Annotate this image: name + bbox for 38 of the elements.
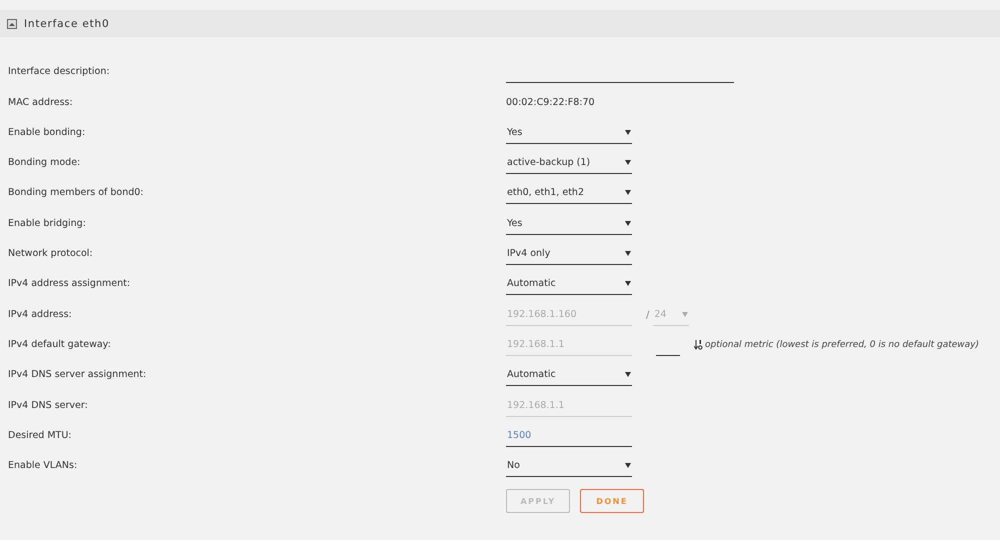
dropdown[interactable]: IPv4 only: [506, 243, 632, 266]
slash-separator: /: [646, 310, 650, 323]
field-label: Network protocol:: [7, 248, 94, 262]
input-field[interactable]: 1500: [506, 424, 632, 447]
dropdown[interactable]: Automatic: [506, 364, 632, 386]
caret-icon: [625, 280, 631, 286]
field-label: Enable VLANs:: [7, 460, 78, 474]
field-label: Interface description:: [7, 66, 111, 80]
field-label: IPv4 address:: [7, 308, 73, 322]
hint-text: optional metric (lowest is preferred, 0 is no default gateway): [705, 340, 979, 350]
caret-icon: [625, 371, 631, 378]
dropdown[interactable]: active-backup (1): [506, 152, 632, 174]
field-label: Enable bridging:: [7, 218, 87, 231]
field-label: MAC address:: [7, 96, 74, 110]
caret-icon: [625, 462, 631, 468]
mac-address-value: 00:02:C9:22:F8:70: [506, 96, 595, 110]
field-label: IPv4 DNS server:: [7, 400, 89, 413]
caret-icon: [682, 310, 688, 317]
dropdown[interactable]: Yes: [506, 122, 632, 144]
caret-icon: [625, 220, 631, 226]
sort-icon: [694, 340, 703, 350]
panel-title: Interface eth0: [24, 18, 110, 30]
field-label: Bonding members of bond0:: [7, 187, 145, 200]
collapse-icon[interactable]: [7, 19, 17, 29]
field-label: IPv4 address assignment:: [7, 278, 132, 292]
field-label: Bonding mode:: [7, 157, 82, 170]
caret-icon: [625, 189, 631, 196]
dropdown[interactable]: eth0, eth1, eth2: [506, 182, 632, 204]
field-label: IPv4 default gateway:: [7, 338, 112, 352]
caret-icon: [625, 128, 631, 135]
dropdown[interactable]: Yes: [506, 212, 632, 235]
dropdown[interactable]: Automatic: [506, 273, 632, 296]
field-label: IPv4 DNS server assignment:: [7, 369, 148, 382]
field-label: Enable bonding:: [7, 126, 86, 140]
dropdown[interactable]: No: [506, 455, 632, 478]
caret-icon: [625, 159, 631, 166]
caret-icon: [625, 250, 631, 256]
field-label: Desired MTU:: [7, 430, 72, 443]
